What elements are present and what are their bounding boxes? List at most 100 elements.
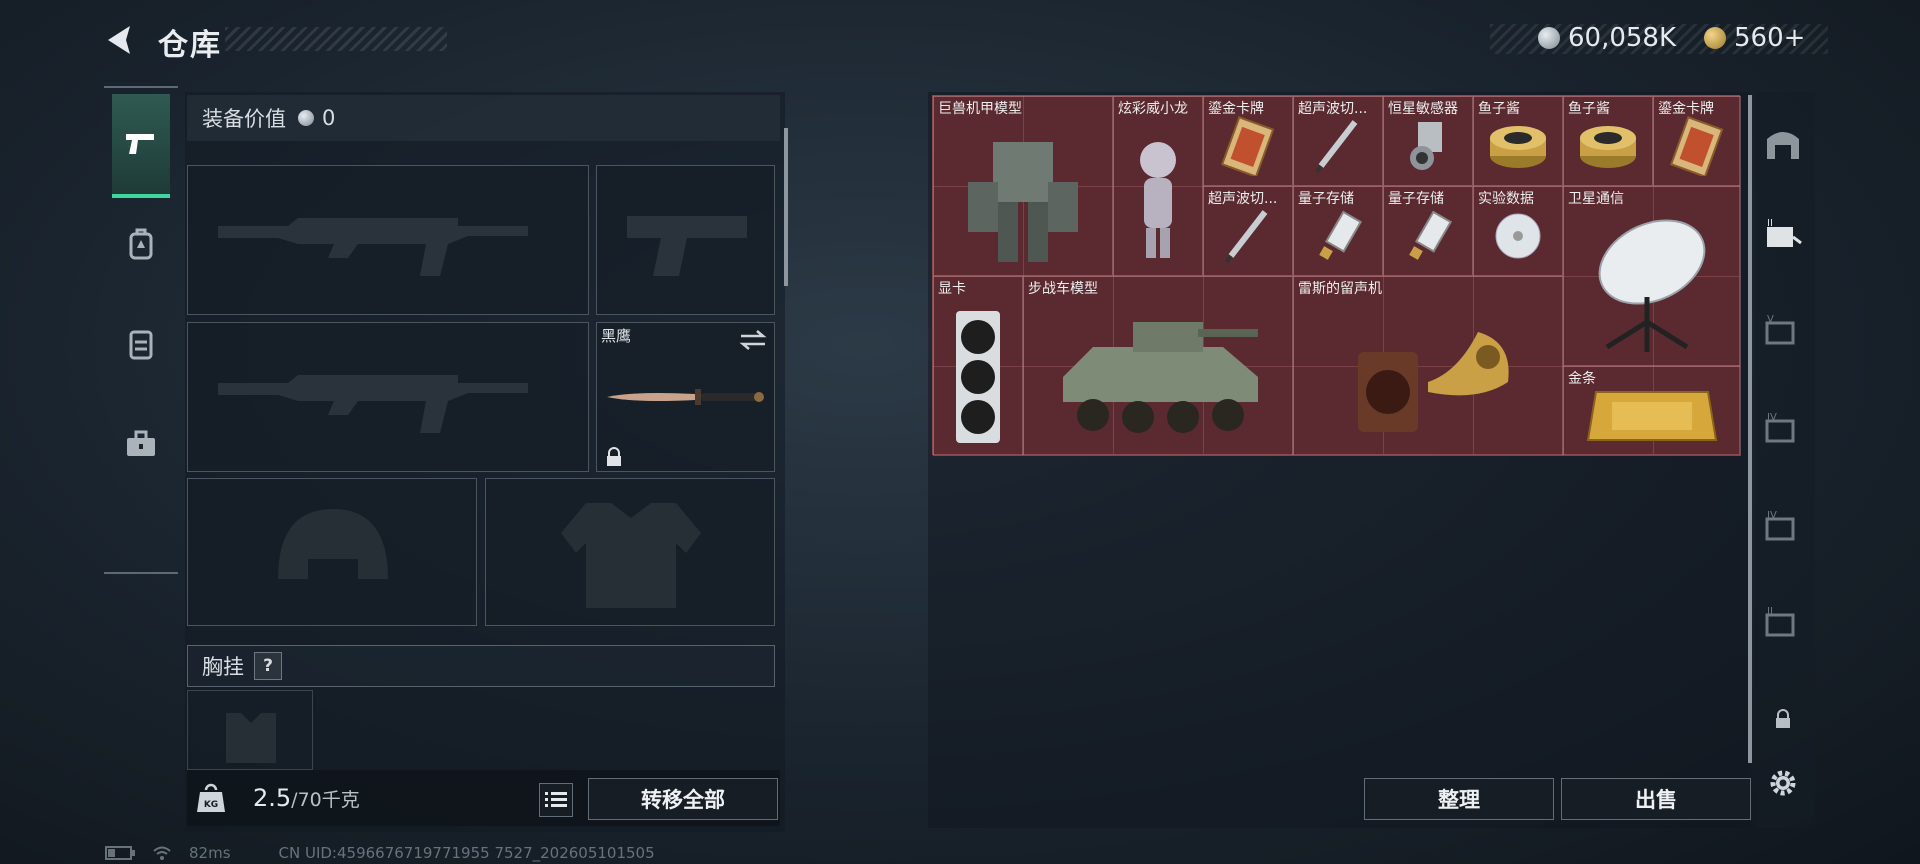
item-name: 显卡 [938,281,966,297]
melee-slot[interactable]: 黑鹰 [596,322,775,472]
storage-tier-5-icon: V [1765,314,1795,345]
secondary-weapon-slot[interactable] [187,322,589,472]
category-tabs [104,86,178,574]
silver-coin-icon [298,110,314,126]
gold-card-icon [1220,116,1275,177]
weight-max: /70千克 [291,789,360,811]
storage-item[interactable]: 超声波切... [1203,186,1293,276]
locked-slot [1762,698,1804,740]
item-name: 量子存储 [1298,191,1354,207]
help-button[interactable]: ? [254,652,282,680]
item-name: 实验数据 [1478,191,1534,207]
pistol-slot[interactable] [596,165,775,315]
storage-item[interactable]: 金条 [1563,366,1741,456]
loadout-scrollbar[interactable] [784,128,788,286]
back-arrow-icon [108,26,130,54]
svg-text:II: II [1767,218,1773,229]
gramophone-icon [1358,331,1509,432]
tab-storage-II-2[interactable]: II [1762,602,1804,644]
status-bar: 82ms CN UID:4596676719771955 7527_202605… [105,844,655,862]
item-name: 鎏金卡牌 [1208,101,1264,117]
user-uid: CN UID:4596676719771955 7527_20260510150… [278,844,655,862]
wifi-icon [153,846,171,860]
data-disc-icon [1495,213,1541,259]
transfer-all-button[interactable]: 转移全部 [588,778,778,820]
sell-button[interactable]: 出售 [1561,778,1751,820]
item-name: 炫彩威小龙 [1118,101,1188,117]
settings-button[interactable] [1762,762,1804,804]
item-name: 恒星敏感器 [1388,101,1458,117]
item-name: 鱼子酱 [1478,101,1520,117]
storage-item[interactable]: 鎏金卡牌 [1653,96,1741,186]
chest-rig-slot[interactable] [187,690,313,770]
caviar-tin-icon [1490,126,1546,169]
tab-storage-II[interactable]: II [1762,214,1804,256]
gold-card-icon [1669,116,1724,177]
chest-rig-header: 胸挂 ? [187,645,775,687]
primary-weapon-slot[interactable] [187,165,589,315]
melee-name: 黑鹰 [601,327,632,345]
title-decoration [225,27,447,51]
tab-storage-V[interactable]: V [1762,310,1804,352]
tidy-button[interactable]: 整理 [1364,778,1554,820]
equipment-value-label: 装备价值 [202,107,286,131]
ultrasonic-cutter-icon [1315,120,1358,174]
back-button[interactable] [100,20,140,60]
tab-all-storage[interactable] [1762,122,1804,164]
tab-toolbox[interactable] [112,394,170,494]
storage-item[interactable]: 卫星通信 [1563,186,1741,366]
armor-slot[interactable] [485,478,775,626]
pistol-icon [126,134,154,154]
storage-item[interactable]: 实验数据 [1473,186,1563,276]
vest-icon [129,330,153,360]
storage-item[interactable]: 巨兽机甲模型 [933,96,1113,276]
ping-readout: 82ms [189,844,231,862]
storage-item[interactable]: 鎏金卡牌 [1203,96,1293,186]
toolbox-icon [127,430,155,456]
figurine-icon [1140,141,1176,258]
storage-item[interactable]: 恒星敏感器 [1383,96,1473,186]
storage-tier-2-icon: II [1767,218,1802,247]
list-view-button[interactable] [539,783,573,817]
item-name: 卫星通信 [1568,191,1624,207]
item-name: 巨兽机甲模型 [938,101,1022,117]
tab-gear[interactable] [112,194,170,294]
tab-storage-IV[interactable]: IV [1762,408,1804,450]
page-title: 仓库 [158,28,222,63]
rifle-silhouette-icon [218,218,528,276]
tab-vest[interactable] [112,294,170,394]
storage-item[interactable]: 炫彩威小龙 [1113,96,1203,276]
item-name: 步战车模型 [1028,281,1098,297]
storage-item[interactable]: 量子存储 [1383,186,1473,276]
storage-item[interactable]: 超声波切... [1293,96,1383,186]
storage-item[interactable]: 鱼子酱 [1473,96,1563,186]
item-name: 超声波切... [1208,191,1278,207]
item-name: 鱼子酱 [1568,101,1610,117]
svg-text:II: II [1767,606,1773,617]
silver-coin-icon [1538,27,1560,49]
weight-current: 2.5 [253,784,292,812]
tab-storage-IV-2[interactable]: IV [1762,506,1804,548]
tab-weapons[interactable] [112,94,170,198]
storage-item[interactable]: 量子存储 [1293,186,1383,276]
star-sensor-icon [1410,122,1442,171]
storage-tier-4-icon: IV [1765,412,1795,443]
helmet-slot[interactable] [187,478,477,626]
storage-item[interactable]: 鱼子酱 [1563,96,1653,186]
weight-icon: KG [196,782,226,814]
gold-currency[interactable]: 560+ [1704,20,1805,56]
storage-tier-2-icon: II [1765,606,1795,637]
storage-item[interactable]: 步战车模型 [1023,276,1293,456]
equipment-value: 0 [322,106,336,130]
swap-icon[interactable] [739,329,767,351]
ifv-model-icon [1063,321,1258,433]
quantum-storage-icon [1319,210,1363,261]
rifle-silhouette-icon [218,375,528,433]
storage-item[interactable]: 雷斯的留声机 [1293,276,1563,456]
pistol-silhouette-icon [627,216,747,276]
item-name: 量子存储 [1388,191,1444,207]
storage-item[interactable]: 显卡 [933,276,1023,456]
svg-text:V: V [1767,314,1774,325]
gold-bar-icon [1586,391,1718,442]
storage-scrollbar[interactable] [1748,95,1752,763]
